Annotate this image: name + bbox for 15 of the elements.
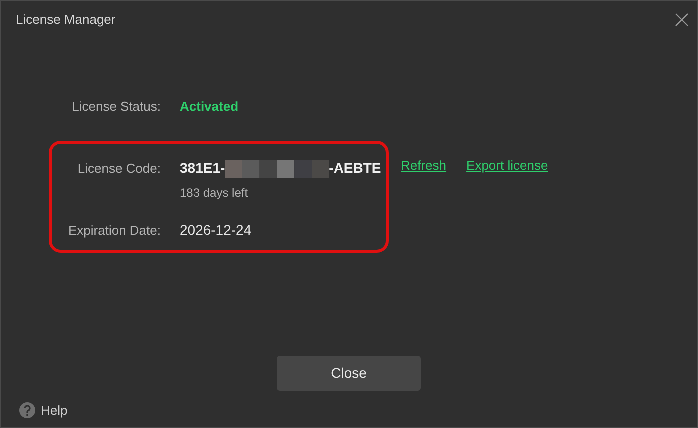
- field-label: Expiration Date:: [68, 222, 161, 240]
- link[interactable]: Export license: [466, 156, 548, 176]
- field-label: License Code:: [76, 160, 161, 178]
- help-button[interactable]: Help: [19, 401, 68, 420]
- days-left-text: 183 days left: [180, 185, 250, 202]
- close-icon[interactable]: [675, 12, 689, 27]
- window-title: License Manager: [16, 11, 116, 29]
- link[interactable]: Refresh: [401, 156, 447, 176]
- help-icon: [19, 402, 36, 420]
- license-code-text: -AEBTE: [329, 159, 382, 178]
- license-code-text: 381E1-: [180, 159, 226, 178]
- status-value: Activated: [180, 98, 239, 116]
- expiration-date-text: 2026-12-24: [180, 221, 252, 240]
- close-button[interactable]: Close: [277, 356, 421, 391]
- field-label: License Status:: [71, 98, 161, 116]
